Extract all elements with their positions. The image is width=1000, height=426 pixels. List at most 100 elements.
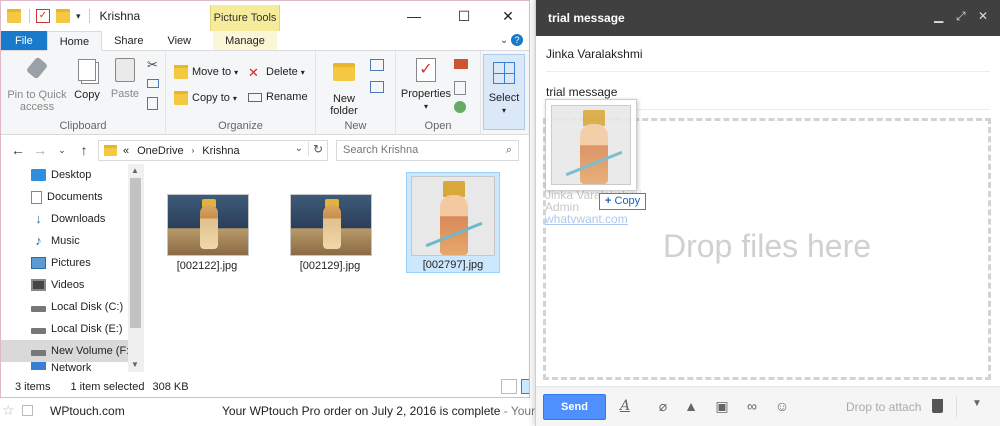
- paste-button[interactable]: Paste: [107, 57, 143, 100]
- tab-view[interactable]: View: [155, 31, 203, 50]
- fullscreen-icon[interactable]: ⤢: [956, 9, 966, 24]
- rename-button[interactable]: Rename: [248, 91, 308, 103]
- new-folder-quick-icon[interactable]: [56, 9, 70, 23]
- paste-label: Paste: [110, 88, 140, 100]
- move-to-button[interactable]: Move to ▾: [174, 65, 238, 79]
- breadcrumb-overflow[interactable]: «: [123, 145, 129, 157]
- nav-label: Documents: [47, 191, 103, 203]
- scroll-up-icon[interactable]: ▲: [131, 166, 139, 175]
- drive-icon[interactable]: ▲: [682, 398, 700, 414]
- select-button[interactable]: Select ▾: [486, 59, 522, 117]
- easy-access-icon[interactable]: [370, 81, 384, 93]
- nav-item-new-volume-f[interactable]: New Volume (F:): [1, 340, 143, 362]
- emoji-icon[interactable]: ☺: [773, 398, 791, 414]
- scroll-down-icon[interactable]: ▼: [131, 360, 139, 369]
- clipboard-icon: [113, 58, 137, 84]
- nav-label: New Volume (F:): [51, 345, 133, 357]
- network-icon: [31, 362, 46, 370]
- photo-icon[interactable]: ▣: [713, 398, 731, 415]
- cut-icon[interactable]: ✂: [147, 57, 158, 73]
- files-pane: [002122].jpg [002129].jpg [002797].jpg: [149, 164, 529, 372]
- row-checkbox[interactable]: [22, 405, 33, 416]
- attach-icon[interactable]: ⌀: [654, 398, 672, 415]
- move-to-icon: [174, 65, 188, 79]
- more-options-icon[interactable]: ▼: [972, 398, 982, 409]
- file-name: [002797].jpg: [422, 259, 484, 271]
- refresh-icon[interactable]: ↻: [307, 142, 323, 156]
- clipboard-group-label: Clipboard: [59, 120, 107, 132]
- large-icons-view-icon[interactable]: [521, 379, 529, 394]
- close-button[interactable]: ✕: [485, 3, 529, 29]
- details-view-icon[interactable]: [501, 379, 517, 394]
- nav-scrollbar[interactable]: ▲ ▼: [128, 164, 143, 372]
- address-bar[interactable]: « OneDrive › Krishna ⌄ ↻: [98, 140, 328, 161]
- breadcrumb-krishna[interactable]: Krishna: [202, 145, 239, 157]
- scroll-thumb[interactable]: [130, 178, 141, 328]
- nav-item-pictures[interactable]: Pictures: [1, 252, 143, 274]
- move-to-label: Move to: [192, 66, 232, 78]
- rename-icon: [248, 92, 262, 102]
- customize-toolbar-icon[interactable]: ▾: [76, 11, 81, 22]
- open-icon[interactable]: [454, 59, 468, 69]
- nav-item-local-disk-e[interactable]: Local Disk (E:): [1, 318, 143, 340]
- tab-file[interactable]: File: [1, 31, 47, 50]
- pin-quick-access-button[interactable]: Pin to Quick access: [5, 56, 69, 113]
- file-tile-selected[interactable]: [002797].jpg: [406, 172, 500, 273]
- copy-button[interactable]: Copy: [69, 57, 105, 101]
- tab-share[interactable]: Share: [102, 31, 155, 50]
- new-group-label: New: [344, 120, 367, 132]
- help-icon[interactable]: ?: [511, 34, 523, 46]
- new-folder-button[interactable]: New folder: [326, 57, 362, 117]
- properties-check-icon[interactable]: ✓: [36, 9, 50, 23]
- recent-locations-icon[interactable]: ⌄: [53, 145, 71, 156]
- maximize-button[interactable]: ☐: [441, 3, 487, 29]
- forward-arrow-icon[interactable]: →: [31, 142, 49, 158]
- compose-window: trial message ▁ ⤢ ✕ Jinka Varalakshmi tr…: [535, 0, 1000, 426]
- breadcrumb-onedrive[interactable]: OneDrive: [137, 145, 183, 157]
- up-arrow-icon[interactable]: ↑: [75, 142, 93, 158]
- to-field[interactable]: Jinka Varalakshmi: [546, 36, 990, 72]
- nav-item-videos[interactable]: Videos: [1, 274, 143, 296]
- new-item-icon[interactable]: [370, 59, 384, 71]
- nav-item-downloads[interactable]: ↓ Downloads: [1, 208, 143, 230]
- organize-group: Move to ▾ ✕ Delete ▾ Copy to ▾ Rename Organ…: [166, 51, 316, 135]
- history-icon[interactable]: [454, 101, 466, 113]
- item-count: 3 items: [15, 381, 51, 393]
- link-icon[interactable]: ∞: [743, 398, 761, 414]
- signature-link[interactable]: whatvwant.com: [545, 213, 641, 225]
- pin-icon: [25, 56, 49, 85]
- tab-home[interactable]: Home: [46, 31, 103, 51]
- delete-button[interactable]: ✕ Delete ▾: [248, 65, 305, 80]
- formatting-icon[interactable]: A: [616, 398, 634, 414]
- inbox-row[interactable]: ☆ WPtouch.com Your WPtouch Pro order on …: [0, 398, 560, 424]
- trash-icon[interactable]: [932, 399, 943, 413]
- breadcrumb-separator-icon[interactable]: ›: [192, 146, 195, 155]
- nav-item-desktop[interactable]: Desktop: [1, 164, 143, 186]
- copy-path-icon[interactable]: [147, 79, 159, 88]
- compose-header: trial message ▁ ⤢ ✕: [536, 0, 1000, 36]
- tab-manage[interactable]: Manage: [213, 31, 277, 50]
- search-input[interactable]: Search Krishna ⌕: [336, 140, 519, 161]
- close-icon[interactable]: ✕: [978, 9, 988, 23]
- copy-to-button[interactable]: Copy to ▾: [174, 91, 237, 105]
- back-arrow-icon[interactable]: ←: [9, 142, 27, 158]
- minimize-icon[interactable]: ▁: [934, 9, 943, 23]
- nav-label: Local Disk (C:): [51, 301, 124, 313]
- file-tile[interactable]: [002129].jpg: [282, 188, 378, 298]
- minimize-button[interactable]: —: [391, 3, 437, 29]
- ribbon-controls[interactable]: ⌄ ?: [500, 34, 523, 46]
- send-button[interactable]: Send: [543, 394, 606, 420]
- drag-ghost-thumbnail: [545, 99, 637, 191]
- nav-item-music[interactable]: ♪ Music: [1, 230, 143, 252]
- nav-label: Desktop: [51, 169, 92, 181]
- nav-item-documents[interactable]: Documents: [1, 186, 143, 208]
- edit-icon[interactable]: [454, 81, 466, 95]
- disk-icon: [31, 350, 46, 356]
- nav-item-local-disk-c[interactable]: Local Disk (C:): [1, 296, 143, 318]
- file-tile[interactable]: [002122].jpg: [159, 188, 255, 298]
- paste-shortcut-icon[interactable]: [147, 97, 158, 110]
- star-icon[interactable]: ☆: [2, 402, 15, 419]
- address-dropdown-icon[interactable]: ⌄: [295, 143, 303, 154]
- properties-button[interactable]: ✓ Properties ▾: [400, 57, 452, 113]
- nav-item-network[interactable]: Network: [1, 362, 143, 372]
